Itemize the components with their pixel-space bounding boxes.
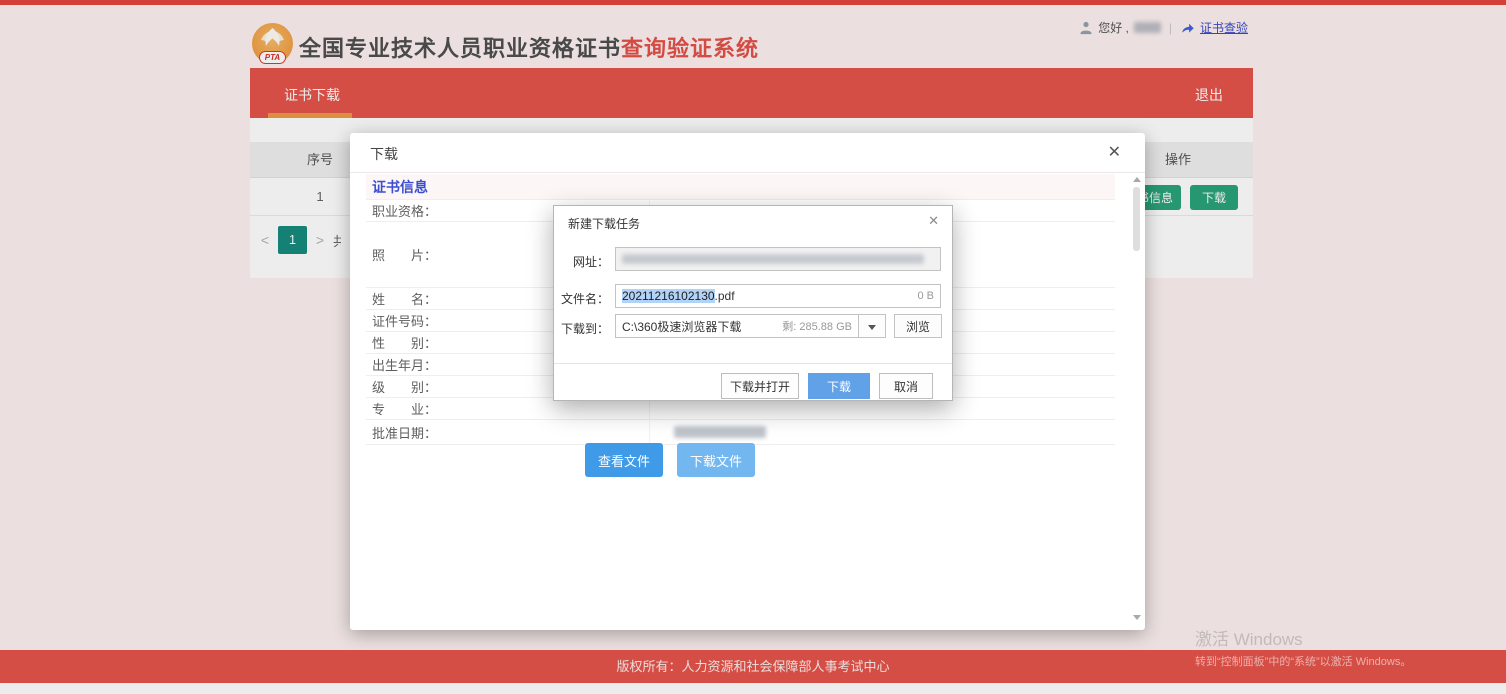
filename-selected-text: 20211216102130 <box>622 289 715 303</box>
url-input[interactable] <box>615 247 941 271</box>
field-label: 专 业： <box>366 398 650 419</box>
url-label: 网址： <box>561 253 609 270</box>
destination-path: C:\360极速浏览器下载 <box>622 318 741 335</box>
cancel-button[interactable]: 取消 <box>879 373 933 399</box>
modal-header: 下载 ✕ <box>350 133 1145 173</box>
dialog-close-icon[interactable]: ✕ <box>928 213 939 229</box>
modal-scrollbar[interactable] <box>1132 177 1141 620</box>
dialog-title: 新建下载任务 <box>568 215 640 232</box>
scroll-thumb[interactable] <box>1133 187 1140 251</box>
new-download-task-dialog: 新建下载任务 ✕ 网址： 文件名： 20211216102130 .pdf 0 … <box>553 205 953 401</box>
download-confirm-button[interactable]: 下载 <box>808 373 870 399</box>
destination-label: 下载到： <box>561 320 609 337</box>
filename-input[interactable]: 20211216102130 .pdf 0 B <box>615 284 941 308</box>
url-redacted <box>622 254 924 264</box>
scroll-down-icon[interactable] <box>1133 615 1141 620</box>
destination-input[interactable]: C:\360极速浏览器下载 剩: 285.88 GB <box>615 314 859 338</box>
download-and-open-button[interactable]: 下载并打开 <box>721 373 799 399</box>
approval-date-redacted <box>674 426 766 438</box>
view-file-button[interactable]: 查看文件 <box>585 443 663 477</box>
destination-dropdown-button[interactable] <box>859 314 886 338</box>
filename-extension: .pdf <box>715 289 735 303</box>
file-size-text: 0 B <box>917 290 934 302</box>
filename-label: 文件名： <box>561 290 609 307</box>
dialog-separator <box>554 363 952 364</box>
field-label: 批准日期： <box>366 420 650 444</box>
modal-close-icon[interactable]: ✕ <box>1108 142 1121 162</box>
field-value <box>650 398 1115 419</box>
cert-section-title: 证书信息 <box>366 174 1115 200</box>
free-space-text: 剩: 285.88 GB <box>782 318 852 334</box>
scroll-up-icon[interactable] <box>1133 177 1141 182</box>
field-row-approval-date: 批准日期： <box>366 420 1115 445</box>
field-value <box>650 420 1115 444</box>
chevron-down-icon <box>868 325 876 330</box>
field-row-major: 专 业： <box>366 398 1115 420</box>
browse-button[interactable]: 浏览 <box>894 314 942 338</box>
download-file-button[interactable]: 下载文件 <box>677 443 755 477</box>
modal-title: 下载 <box>370 144 398 164</box>
